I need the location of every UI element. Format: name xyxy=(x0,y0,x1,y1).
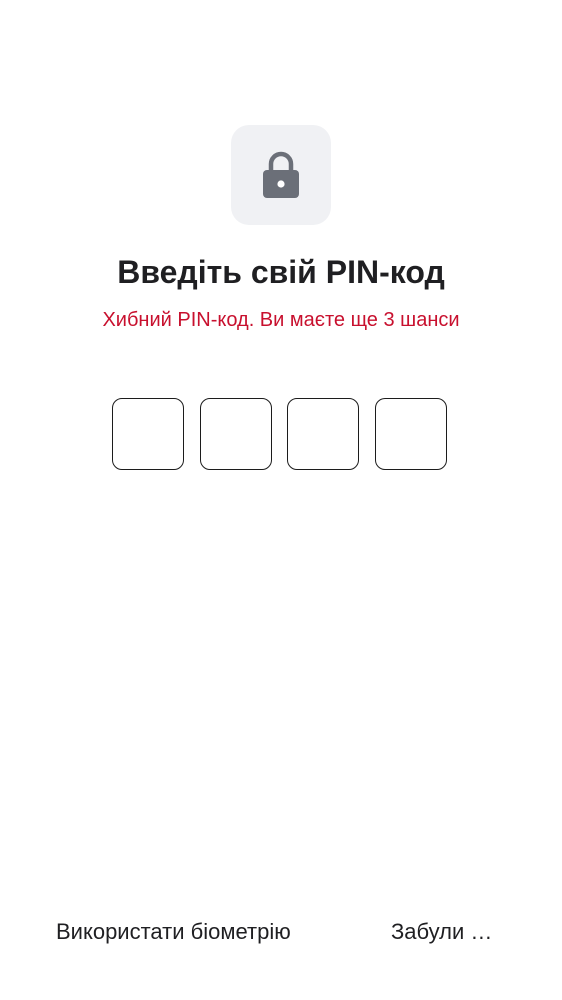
pin-digit-4[interactable] xyxy=(375,398,447,470)
error-message: Хибний PIN-код. Ви маєте ще 3 шанси xyxy=(102,309,460,331)
pin-digit-1[interactable] xyxy=(112,398,184,470)
pin-digit-3[interactable] xyxy=(287,398,359,470)
pin-digit-2[interactable] xyxy=(200,398,272,470)
pin-input-group xyxy=(112,398,450,473)
page-title: Введіть свій PIN-код xyxy=(117,254,445,290)
forgot-pin-button[interactable]: Забули … xyxy=(391,912,492,952)
lock-badge xyxy=(231,125,331,225)
lock-icon xyxy=(263,151,299,198)
use-biometrics-button[interactable]: Використати біометрію xyxy=(56,912,291,952)
